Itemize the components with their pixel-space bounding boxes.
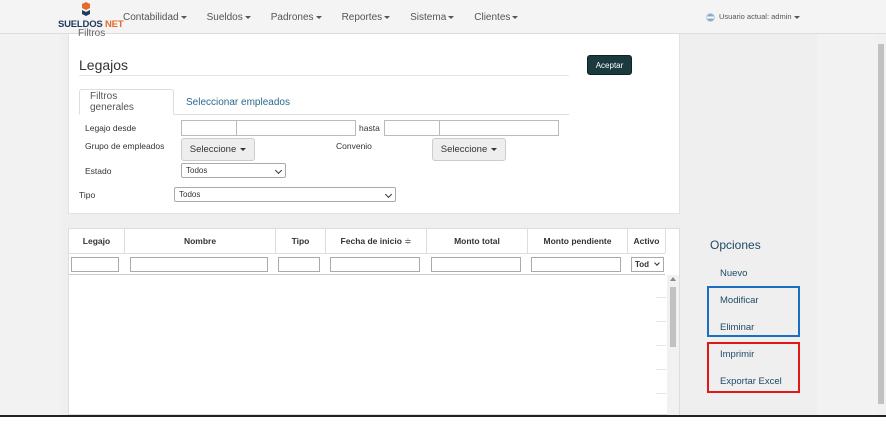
filter-row-divider (69, 274, 665, 275)
col-header-monto-pendiente[interactable]: Monto pendiente (528, 229, 628, 253)
caret-icon (491, 148, 498, 151)
filter-tipo-input[interactable] (278, 257, 320, 272)
hasta-label: hasta (359, 123, 380, 133)
scroll-up-icon[interactable] (670, 277, 676, 281)
legajo-hasta-name-input[interactable] (439, 120, 559, 136)
menu-sueldos[interactable]: Sueldos (207, 12, 251, 23)
user-menu[interactable]: Usuario actual: admin (706, 12, 800, 22)
caret-icon (240, 148, 247, 151)
sort-icon: ≑ (404, 235, 412, 246)
bottom-edge (0, 415, 886, 438)
caret-icon (180, 15, 187, 19)
main-menu: Contabilidad Sueldos Padrones Reportes S… (123, 12, 538, 23)
table-scrollbar-thumb[interactable] (670, 287, 676, 347)
option-nuevo[interactable]: Nuevo (720, 268, 747, 279)
estado-select[interactable]: Todos (181, 163, 286, 178)
tab-seleccionar-empleados[interactable]: Seleccionar empleados (176, 89, 300, 115)
col-header-nombre[interactable]: Nombre (125, 229, 276, 253)
filter-monto-pendiente-input[interactable] (531, 257, 621, 272)
row-tick (656, 297, 666, 298)
row-tick (656, 345, 666, 346)
header-divider (69, 253, 665, 254)
menu-padrones[interactable]: Padrones (271, 12, 322, 23)
menu-sistema[interactable]: Sistema (410, 12, 455, 23)
chevron-down-icon (274, 166, 283, 175)
row-tick (656, 321, 666, 322)
chevron-down-icon (654, 260, 660, 266)
accept-button[interactable]: Aceptar (587, 55, 632, 75)
filter-legajo-input[interactable] (71, 257, 119, 272)
col-header-fecha-inicio[interactable]: Fecha de inicio ≑ (326, 229, 427, 253)
caret-icon (315, 15, 322, 19)
top-navbar: SUELDOS NET Contabilidad Sueldos Padrone… (0, 0, 886, 34)
logo-icon (82, 2, 90, 16)
flag-icon (706, 12, 715, 22)
filter-fecha-input[interactable] (330, 257, 420, 272)
filter-nombre-input[interactable] (130, 257, 268, 272)
caret-icon (448, 15, 455, 19)
options-title: Opciones (710, 238, 761, 252)
estado-label: Estado (85, 166, 112, 176)
tipo-select[interactable]: Todos (174, 187, 396, 202)
page-scrollbar[interactable] (876, 34, 886, 415)
tab-filtros-generales[interactable]: Filtros generales (79, 89, 174, 115)
grupo-empleados-dropdown[interactable]: Seleccione (181, 138, 255, 161)
caret-icon (512, 15, 519, 19)
chevron-down-icon (384, 190, 393, 199)
table-scrollbar[interactable] (667, 275, 679, 415)
page-title: Legajos (79, 57, 129, 73)
filter-activo-select[interactable]: Tod (631, 257, 664, 272)
scrollbar-thumb[interactable] (878, 44, 884, 404)
convenio-dropdown[interactable]: Seleccione (432, 138, 506, 161)
panel-heading: Filtros (78, 28, 106, 39)
row-tick (656, 369, 666, 370)
legajo-desde-code-input[interactable] (181, 120, 237, 136)
tipo-label: Tipo (79, 190, 96, 200)
grupo-empleados-label: Grupo de empleados (85, 141, 165, 151)
legajo-desde-name-input[interactable] (236, 120, 356, 136)
filter-tabs: Filtros generales Seleccionar empleados (79, 89, 569, 115)
menu-clientes[interactable]: Clientes (474, 12, 519, 23)
convenio-label: Convenio (336, 141, 372, 151)
legajo-desde-label: Legajo desde (85, 123, 137, 133)
caret-icon (384, 15, 391, 19)
menu-contabilidad[interactable]: Contabilidad (123, 12, 187, 23)
filter-monto-total-input[interactable] (431, 257, 521, 272)
caret-icon (244, 15, 251, 19)
caret-icon (793, 15, 800, 19)
highlight-box-blue (707, 286, 800, 337)
legajo-hasta-code-input[interactable] (384, 120, 440, 136)
col-header-tipo[interactable]: Tipo (276, 229, 326, 253)
highlight-box-red (707, 342, 800, 393)
row-tick (656, 393, 666, 394)
col-header-activo[interactable]: Activo (628, 229, 666, 253)
title-divider (79, 75, 569, 76)
menu-reportes[interactable]: Reportes (342, 12, 391, 23)
col-header-legajo[interactable]: Legajo (69, 229, 125, 253)
col-header-monto-total[interactable]: Monto total (427, 229, 528, 253)
